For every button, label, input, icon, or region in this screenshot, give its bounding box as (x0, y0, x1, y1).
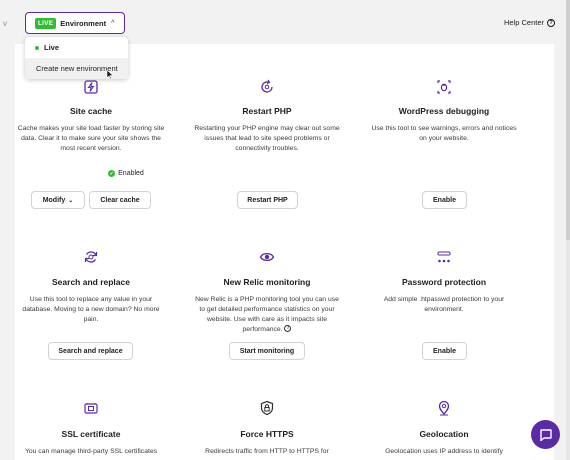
search-and-replace-button[interactable]: Search and replace (48, 342, 133, 360)
tool-title: Password protection (401, 277, 487, 287)
cache-status: ✓ Enabled (71, 170, 181, 177)
tool-description: New Relic is a PHP monitoring tool you c… (195, 296, 339, 333)
help-center-link[interactable]: Help Center ? (504, 18, 555, 27)
environment-selector[interactable]: LIVE Environment ^ (25, 12, 125, 34)
cache-status-label: Enabled (118, 170, 144, 177)
tool-description: Redirects traffic from HTTP to HTTPS for (205, 448, 329, 455)
enable-password-button[interactable]: Enable (422, 342, 467, 360)
tool-title: WordPress debugging (398, 106, 490, 116)
search-replace-icon (83, 249, 99, 265)
restart-icon (259, 79, 275, 95)
check-icon: ✓ (108, 170, 116, 177)
chat-button[interactable] (531, 420, 560, 449)
eye-icon (259, 249, 275, 265)
password-icon (436, 249, 452, 265)
environment-label: Environment (60, 18, 107, 28)
tool-description: Use this tool to replace any value in yo… (22, 296, 160, 323)
scroll-thumb[interactable] (566, 0, 570, 240)
tool-description: Restarting your PHP engine may clear out… (194, 125, 340, 152)
chevron-down-icon[interactable]: v (3, 19, 7, 28)
clear-cache-button[interactable]: Clear cache (89, 191, 151, 209)
enable-debugging-button[interactable]: Enable (422, 191, 467, 209)
restart-php-button[interactable]: Restart PHP (237, 191, 298, 209)
tool-title: Force HTTPS (240, 429, 294, 439)
cache-bolt-icon (83, 79, 99, 95)
chevron-up-icon: ^ (111, 19, 115, 27)
debug-bug-icon (436, 79, 452, 95)
dropdown-item-label: Live (44, 43, 60, 52)
tool-description: Use this tool to see warnings, errors an… (371, 125, 517, 142)
shield-lock-icon (259, 400, 275, 416)
tool-description: Geolocation uses IP address to identify (385, 448, 503, 455)
ssl-icon (83, 400, 99, 416)
modify-button[interactable]: Modify ⌄ (31, 191, 85, 209)
help-icon: ? (547, 18, 555, 27)
mouse-cursor-icon (106, 70, 114, 80)
scrollbar[interactable] (566, 0, 570, 460)
dropdown-item-live[interactable]: Live (25, 37, 128, 58)
tool-description: You can manage third-party SSL certifica… (24, 448, 158, 455)
tool-title: Geolocation (419, 429, 469, 439)
chevron-down-icon: ⌄ (68, 197, 74, 204)
chat-icon (539, 428, 552, 441)
location-pin-icon (436, 400, 452, 416)
tool-description: Add simple .htpasswd protection to your … (383, 296, 505, 313)
tool-description: Cache makes your site load faster by sto… (17, 125, 165, 152)
live-dot-icon (35, 45, 39, 50)
tool-title: New Relic monitoring (223, 277, 311, 287)
tool-title: Search and replace (52, 277, 130, 287)
tool-title: Restart PHP (242, 106, 292, 116)
tool-title: SSL certificate (61, 429, 121, 439)
tool-description-with-help: New Relic is a PHP monitoring tool you c… (192, 295, 342, 334)
help-center-label: Help Center (503, 18, 544, 27)
start-monitoring-button[interactable]: Start monitoring (229, 342, 305, 360)
modify-button-label: Modify (42, 196, 66, 204)
help-icon[interactable]: ? (284, 325, 292, 333)
tool-title: Site cache (69, 106, 113, 116)
live-badge: LIVE (35, 17, 57, 29)
